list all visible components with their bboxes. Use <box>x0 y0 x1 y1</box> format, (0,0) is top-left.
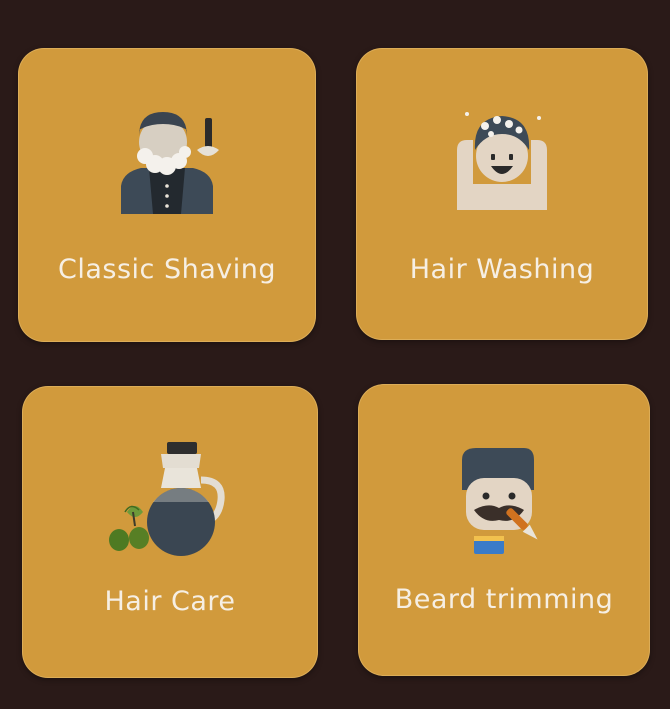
beard-trimming-icon <box>462 448 538 554</box>
service-card-hair-care[interactable]: Hair Care <box>22 386 318 678</box>
service-label: Beard trimming <box>394 584 614 615</box>
oil-bottle-icon <box>109 442 225 556</box>
service-label: Hair Care <box>104 586 236 617</box>
service-label: Classic Shaving <box>58 254 276 285</box>
service-card-classic-shaving[interactable]: Classic Shaving <box>18 48 316 342</box>
barber-shaving-icon <box>121 112 219 214</box>
service-card-hair-washing[interactable]: Hair Washing <box>356 48 648 340</box>
hair-washing-icon <box>457 112 547 210</box>
service-label: Hair Washing <box>409 254 595 285</box>
service-card-beard-trimming[interactable]: Beard trimming <box>358 384 650 676</box>
